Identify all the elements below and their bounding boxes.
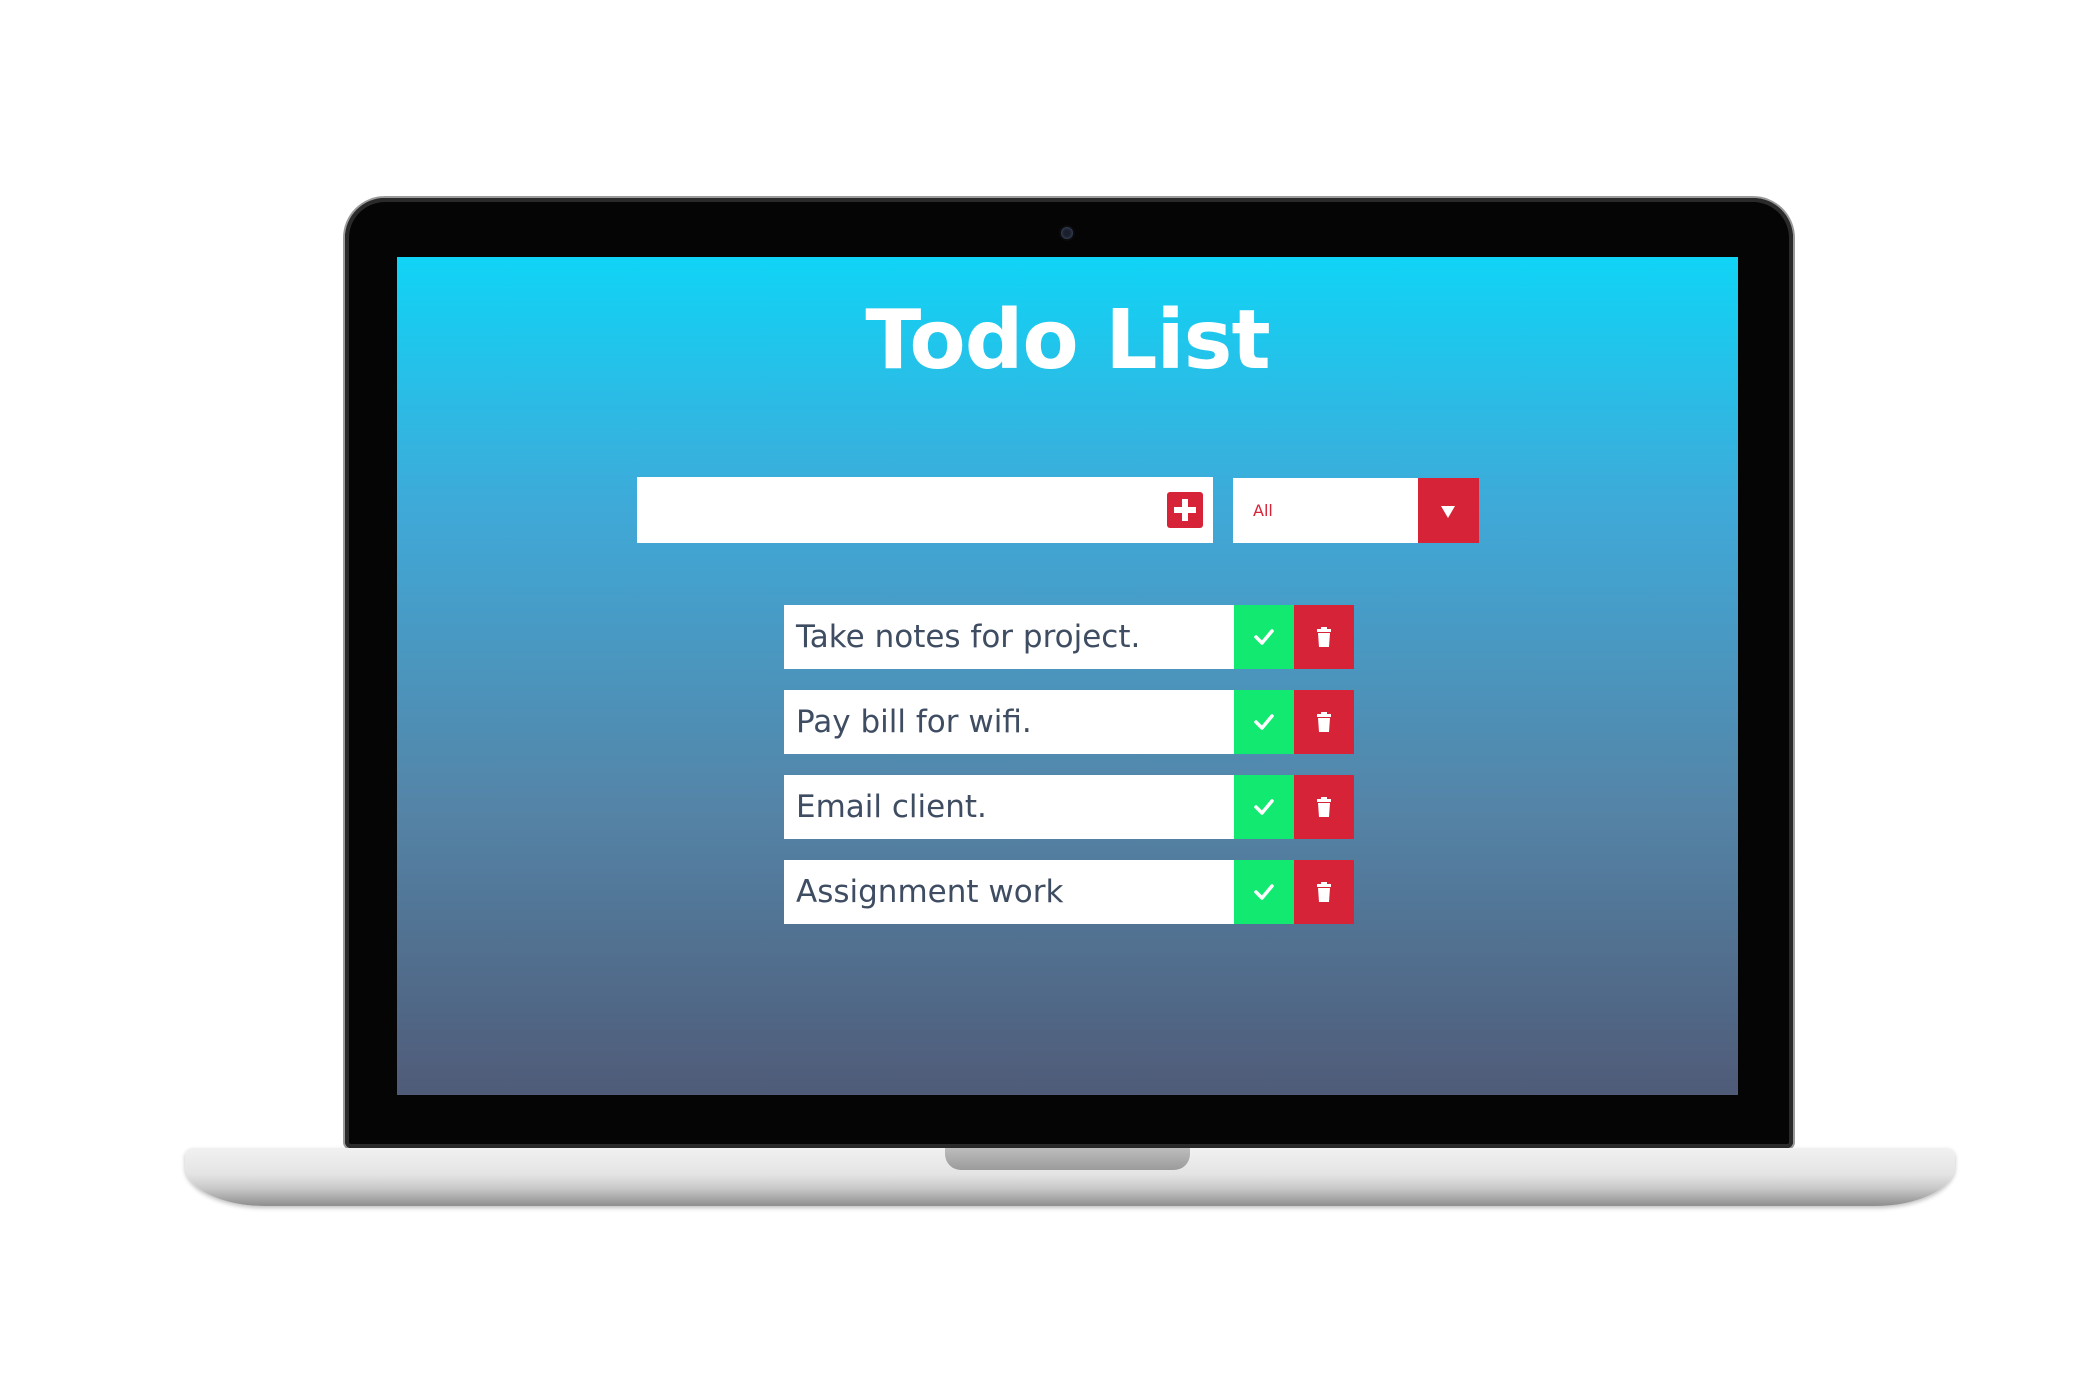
laptop-mockup: Todo List All Take notes for project. Pa… xyxy=(0,0,2100,1400)
todo-item-text: Email client. xyxy=(796,789,987,825)
app-screen: Todo List All Take notes for project. Pa… xyxy=(397,257,1738,1095)
check-icon xyxy=(1254,884,1274,900)
todo-item-text: Take notes for project. xyxy=(796,619,1141,655)
delete-button[interactable] xyxy=(1294,775,1354,839)
delete-button[interactable] xyxy=(1294,860,1354,924)
complete-button[interactable] xyxy=(1234,860,1294,924)
check-icon xyxy=(1254,799,1274,815)
filter-dropdown-button[interactable] xyxy=(1418,478,1479,543)
todo-item: Pay bill for wifi. xyxy=(784,690,1354,754)
webcam xyxy=(1061,227,1073,239)
filter-select[interactable]: All xyxy=(1233,478,1479,543)
todo-input-wrapper xyxy=(637,477,1213,543)
todo-item: Take notes for project. xyxy=(784,605,1354,669)
delete-button[interactable] xyxy=(1294,690,1354,754)
laptop-notch xyxy=(945,1148,1190,1170)
complete-button[interactable] xyxy=(1234,605,1294,669)
delete-button[interactable] xyxy=(1294,605,1354,669)
complete-button[interactable] xyxy=(1234,690,1294,754)
complete-button[interactable] xyxy=(1234,775,1294,839)
filter-selected-value: All xyxy=(1253,501,1273,520)
todo-list: Take notes for project. Pay bill for wif… xyxy=(784,605,1354,945)
trash-icon xyxy=(1317,712,1331,732)
todo-item-text: Assignment work xyxy=(796,874,1064,910)
add-todo-button[interactable] xyxy=(1167,492,1203,528)
page-title: Todo List xyxy=(865,293,1270,388)
todo-item: Email client. xyxy=(784,775,1354,839)
todo-input[interactable] xyxy=(637,477,1137,543)
todo-item-text: Pay bill for wifi. xyxy=(796,704,1032,740)
check-icon xyxy=(1254,714,1274,730)
trash-icon xyxy=(1317,627,1331,647)
todo-item: Assignment work xyxy=(784,860,1354,924)
trash-icon xyxy=(1317,797,1331,817)
laptop-base xyxy=(185,1148,1955,1206)
trash-icon xyxy=(1317,882,1331,902)
check-icon xyxy=(1254,629,1274,645)
caret-down-icon xyxy=(1441,506,1455,518)
